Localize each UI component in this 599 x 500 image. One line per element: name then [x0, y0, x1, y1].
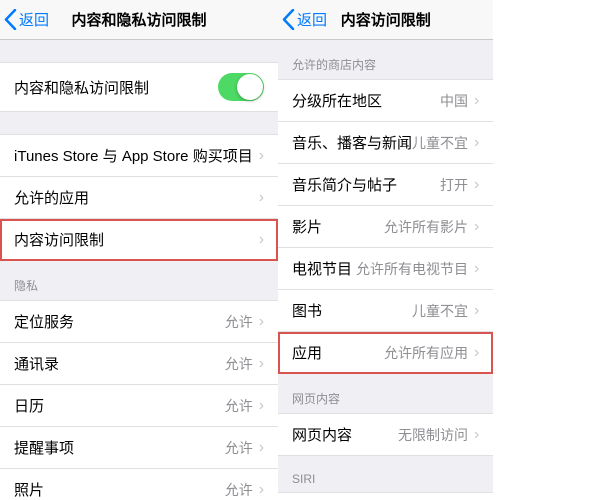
- chevron-right-icon: ›: [259, 189, 264, 207]
- row-label: 提醒事项: [14, 437, 225, 458]
- row-value: 允许: [225, 438, 253, 458]
- row-label: 定位服务: [14, 311, 225, 332]
- row-value: 打开: [440, 175, 468, 195]
- row-value: 中国: [440, 91, 468, 111]
- row-tv-shows[interactable]: 电视节目 允许所有电视节目 ›: [278, 248, 493, 290]
- chevron-right-icon: ›: [259, 439, 264, 457]
- row-allowed-apps[interactable]: 允许的应用 ›: [0, 177, 278, 219]
- row-label: 音乐、播客与新闻: [292, 132, 412, 153]
- row-label: 影片: [292, 216, 384, 237]
- row-label: 应用: [292, 342, 384, 363]
- row-label: 音乐简介与帖子: [292, 174, 440, 195]
- toggle-knob: [237, 74, 263, 100]
- row-label: 日历: [14, 395, 225, 416]
- chevron-right-icon: ›: [259, 355, 264, 373]
- chevron-left-icon: [282, 9, 295, 30]
- chevron-right-icon: ›: [259, 147, 264, 165]
- section-header-privacy: 隐私: [0, 261, 278, 300]
- chevron-right-icon: ›: [474, 218, 479, 236]
- chevron-right-icon: ›: [259, 397, 264, 415]
- row-music-podcasts-news[interactable]: 音乐、播客与新闻 儿童不宜 ›: [278, 122, 493, 164]
- chevron-right-icon: ›: [259, 481, 264, 499]
- row-value: 允许所有影片: [384, 217, 468, 237]
- row-calendar[interactable]: 日历 允许 ›: [0, 385, 278, 427]
- chevron-right-icon: ›: [474, 134, 479, 152]
- back-label: 返回: [19, 9, 49, 30]
- navbar-left: 返回 内容和隐私访问限制: [0, 0, 278, 40]
- navbar-right: 返回 内容访问限制: [278, 0, 493, 40]
- back-button-right[interactable]: 返回: [278, 9, 327, 30]
- row-music-profiles-posts[interactable]: 音乐简介与帖子 打开 ›: [278, 164, 493, 206]
- row-rating-region[interactable]: 分级所在地区 中国 ›: [278, 79, 493, 122]
- row-location-services[interactable]: 定位服务 允许 ›: [0, 300, 278, 343]
- row-value: 允许所有电视节目: [356, 259, 468, 279]
- chevron-right-icon: ›: [474, 260, 479, 278]
- row-movies[interactable]: 影片 允许所有影片 ›: [278, 206, 493, 248]
- section-header-siri: SIRI: [278, 456, 493, 492]
- row-value: 无限制访问: [398, 425, 468, 445]
- row-apps[interactable]: 应用 允许所有应用 ›: [278, 332, 493, 374]
- chevron-right-icon: ›: [474, 92, 479, 110]
- row-label: 允许的应用: [14, 187, 253, 208]
- pane-left: 返回 内容和隐私访问限制 内容和隐私访问限制 iTunes Store 与 Ap…: [0, 0, 278, 500]
- row-photos[interactable]: 照片 允许 ›: [0, 469, 278, 500]
- row-value: 允许: [225, 312, 253, 332]
- row-value: 允许所有应用: [384, 343, 468, 363]
- row-reminders[interactable]: 提醒事项 允许 ›: [0, 427, 278, 469]
- row-value: 儿童不宜: [412, 301, 468, 321]
- row-label: 电视节目: [292, 258, 356, 279]
- row-label: 分级所在地区: [292, 90, 440, 111]
- chevron-right-icon: ›: [474, 176, 479, 194]
- chevron-right-icon: ›: [474, 426, 479, 444]
- row-label: 照片: [14, 479, 225, 500]
- row-label: 图书: [292, 300, 412, 321]
- pane-right: 返回 内容访问限制 允许的商店内容 分级所在地区 中国 › 音乐、播客与新闻 儿…: [278, 0, 493, 500]
- chevron-right-icon: ›: [259, 231, 264, 249]
- back-button-left[interactable]: 返回: [0, 9, 49, 30]
- back-label: 返回: [297, 9, 327, 30]
- row-contacts[interactable]: 通讯录 允许 ›: [0, 343, 278, 385]
- row-value: 允许: [225, 480, 253, 500]
- row-web-search[interactable]: 网页搜索内容 允许 ›: [278, 492, 493, 500]
- row-value: 允许: [225, 354, 253, 374]
- row-content-restrictions[interactable]: 内容访问限制 ›: [0, 219, 278, 261]
- spacer: [0, 40, 278, 62]
- row-label: 通讯录: [14, 353, 225, 374]
- section-header-web: 网页内容: [278, 374, 493, 413]
- row-value: 允许: [225, 396, 253, 416]
- chevron-right-icon: ›: [474, 344, 479, 362]
- chevron-right-icon: ›: [474, 302, 479, 320]
- row-label: 网页内容: [292, 424, 398, 445]
- row-itunes-purchases[interactable]: iTunes Store 与 App Store 购买项目 ›: [0, 134, 278, 177]
- chevron-left-icon: [4, 9, 17, 30]
- row-web-content[interactable]: 网页内容 无限制访问 ›: [278, 413, 493, 456]
- master-toggle-label: 内容和隐私访问限制: [14, 77, 218, 98]
- section-header-store: 允许的商店内容: [278, 40, 493, 79]
- row-value: 儿童不宜: [412, 133, 468, 153]
- row-books[interactable]: 图书 儿童不宜 ›: [278, 290, 493, 332]
- chevron-right-icon: ›: [259, 313, 264, 331]
- row-label: iTunes Store 与 App Store 购买项目: [14, 145, 253, 166]
- row-label: 内容访问限制: [14, 229, 253, 250]
- row-master-toggle: 内容和隐私访问限制: [0, 62, 278, 112]
- master-toggle[interactable]: [218, 73, 264, 101]
- spacer: [0, 112, 278, 134]
